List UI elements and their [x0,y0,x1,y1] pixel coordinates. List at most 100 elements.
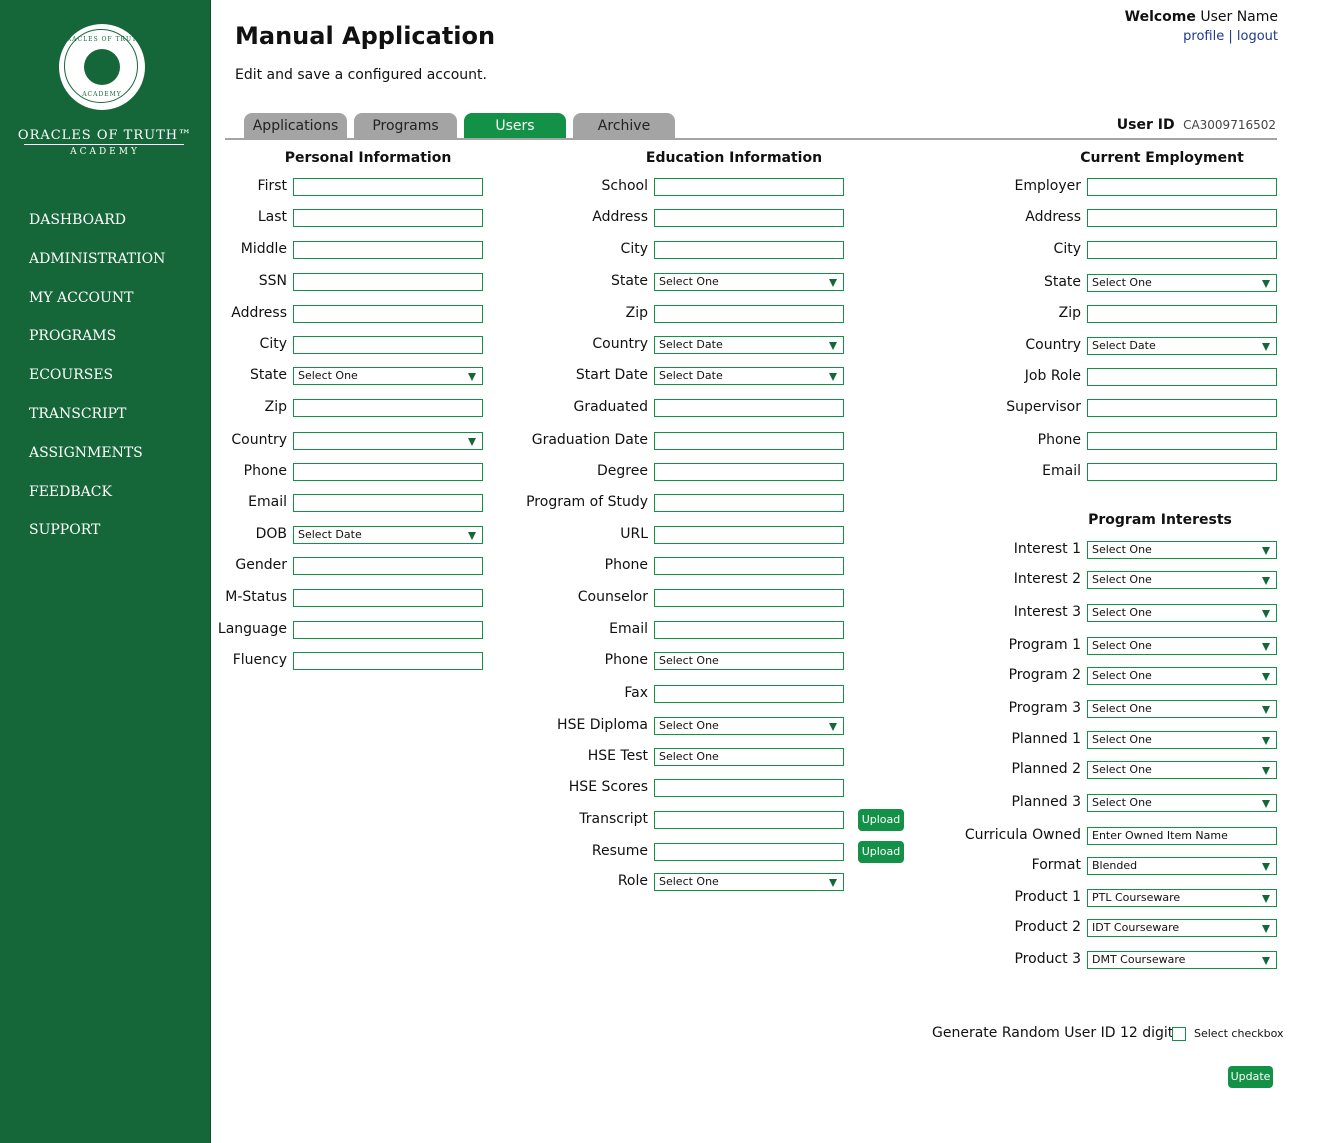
employment-phone-input[interactable] [1087,432,1277,450]
sidebar-item-assignments[interactable]: ASSIGNMENTS [29,443,165,482]
employment-email-label: Email [1042,463,1081,479]
personal-dob-select[interactable]: Select Date [293,526,483,544]
random-user-id-label: Generate Random User ID 12 digits [932,1025,1181,1041]
interests-planned-3-select[interactable]: Select One [1087,794,1277,812]
interests-planned-1-select[interactable]: Select One [1087,731,1277,749]
tab-applications[interactable]: Applications [244,113,347,138]
academy-seal-logo[interactable]: ORACLES OF TRUTH ACADEMY [59,24,145,110]
transcript-upload-button[interactable]: Upload [858,809,904,831]
personal-language-input[interactable] [293,621,483,639]
education-state-label: State [610,273,648,289]
sidebar-item-my-account[interactable]: MY ACCOUNT [29,288,165,327]
education-role-select[interactable]: Select One [654,873,844,891]
personal-language-label: Language [217,621,287,637]
education-city-input[interactable] [654,241,844,259]
education-program-of-study-input[interactable] [654,494,844,512]
education-email-input[interactable] [654,621,844,639]
sidebar-item-ecourses[interactable]: ECOURSES [29,365,165,404]
sidebar-item-support[interactable]: SUPPORT [29,520,165,559]
interests-product-1-select[interactable]: PTL Courseware [1087,889,1277,907]
interests-interest-3-select[interactable]: Select One [1087,604,1277,622]
personal-m-status-label: M-Status [225,589,287,605]
employment-address-label: Address [1025,209,1081,225]
personal-phone-input[interactable] [293,463,483,481]
education-address-input[interactable] [654,209,844,227]
education-counselor-input[interactable] [654,589,844,607]
sidebar-item-dashboard[interactable]: DASHBOARD [29,210,165,249]
employment-employer-input[interactable] [1087,178,1277,196]
education-hse-diploma-select[interactable]: Select One [654,717,844,735]
education-graduated-input[interactable] [654,399,844,417]
personal-address-input[interactable] [293,305,483,323]
sidebar-item-transcript[interactable]: TRANSCRIPT [29,404,165,443]
employment-supervisor-input[interactable] [1087,399,1277,417]
interests-interest-1-select[interactable]: Select One [1087,541,1277,559]
personal-gender-input[interactable] [293,557,483,575]
personal-country-select[interactable] [293,432,483,450]
interests-product-3-select[interactable]: DMT Courseware [1087,951,1277,969]
personal-country-label: Country [231,432,287,448]
education-state-select[interactable]: Select One [654,273,844,291]
personal-ssn-input[interactable] [293,273,483,291]
education-phone-input[interactable]: Select One [654,652,844,670]
personal-city-input[interactable] [293,336,483,354]
interests-planned-2-label: Planned 2 [1011,761,1081,777]
education-school-input[interactable] [654,178,844,196]
personal-dob-label: DOB [255,526,287,542]
random-user-id-checkbox[interactable] [1172,1027,1186,1041]
employment-job-role-input[interactable] [1087,368,1277,386]
personal-last-input[interactable] [293,209,483,227]
employment-address-input[interactable] [1087,209,1277,227]
tab-archive[interactable]: Archive [573,113,675,138]
education-degree-input[interactable] [654,463,844,481]
interests-program-3-label: Program 3 [1008,700,1081,716]
education-graduation-date-input[interactable] [654,432,844,450]
sidebar-item-programs[interactable]: PROGRAMS [29,326,165,365]
sidebar-item-administration[interactable]: ADMINISTRATION [29,249,165,288]
employment-state-select[interactable]: Select One [1087,274,1277,292]
sidebar-item-feedback[interactable]: FEEDBACK [29,482,165,521]
logout-link[interactable]: logout [1237,29,1278,44]
personal-first-input[interactable] [293,178,483,196]
personal-m-status-input[interactable] [293,589,483,607]
personal-email-input[interactable] [293,494,483,512]
interests-format-select[interactable]: Blended [1087,857,1277,875]
tab-programs[interactable]: Programs [354,113,457,138]
education-address-label: Address [592,209,648,225]
interests-program-2-select[interactable]: Select One [1087,667,1277,685]
interests-product-2-label: Product 2 [1014,919,1081,935]
personal-middle-input[interactable] [293,241,483,259]
resume-upload-button[interactable]: Upload [858,841,904,863]
employment-email-input[interactable] [1087,463,1277,481]
education-phone-label: Phone [604,652,648,668]
education-country-select[interactable]: Select Date [654,336,844,354]
user-id: User ID CA3009716502 [1117,117,1276,133]
education-zip-label: Zip [625,305,648,321]
interests-product-2-select[interactable]: IDT Courseware [1087,919,1277,937]
employment-city-input[interactable] [1087,241,1277,259]
profile-link[interactable]: profile [1183,29,1224,44]
employment-country-select[interactable]: Select Date [1087,337,1277,355]
education-zip-input[interactable] [654,305,844,323]
interests-planned-2-select[interactable]: Select One [1087,761,1277,779]
personal-zip-input[interactable] [293,399,483,417]
interests-curricula-owned-input[interactable]: Enter Owned Item Name [1087,827,1277,845]
personal-fluency-input[interactable] [293,652,483,670]
education-school-label: School [601,178,648,194]
education-hse-scores-input[interactable] [654,779,844,797]
education-url-input[interactable] [654,526,844,544]
interests-interest-1-label: Interest 1 [1013,541,1081,557]
personal-state-select[interactable]: Select One [293,367,483,385]
interests-program-3-select[interactable]: Select One [1087,700,1277,718]
employment-zip-input[interactable] [1087,305,1277,323]
education-start-date-select[interactable]: Select Date [654,367,844,385]
education-transcript-input[interactable] [654,811,844,829]
tab-users[interactable]: Users [464,113,566,138]
education-resume-input[interactable] [654,843,844,861]
education-phone-input[interactable] [654,557,844,575]
education-fax-input[interactable] [654,685,844,703]
interests-program-1-select[interactable]: Select One [1087,637,1277,655]
interests-interest-2-select[interactable]: Select One [1087,571,1277,589]
update-button[interactable]: Update [1228,1066,1273,1088]
education-hse-test-input[interactable]: Select One [654,748,844,766]
